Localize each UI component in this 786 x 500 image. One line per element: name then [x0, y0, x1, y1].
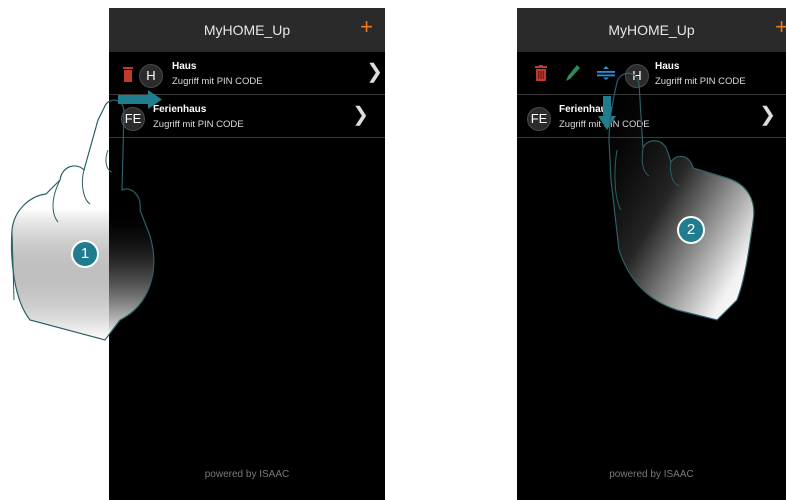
- swipe-right-gesture-hand: [10, 90, 162, 341]
- step-2-badge: 2: [677, 216, 705, 244]
- drag-gesture-hand: [598, 72, 755, 321]
- step-1-badge: 1: [71, 240, 99, 268]
